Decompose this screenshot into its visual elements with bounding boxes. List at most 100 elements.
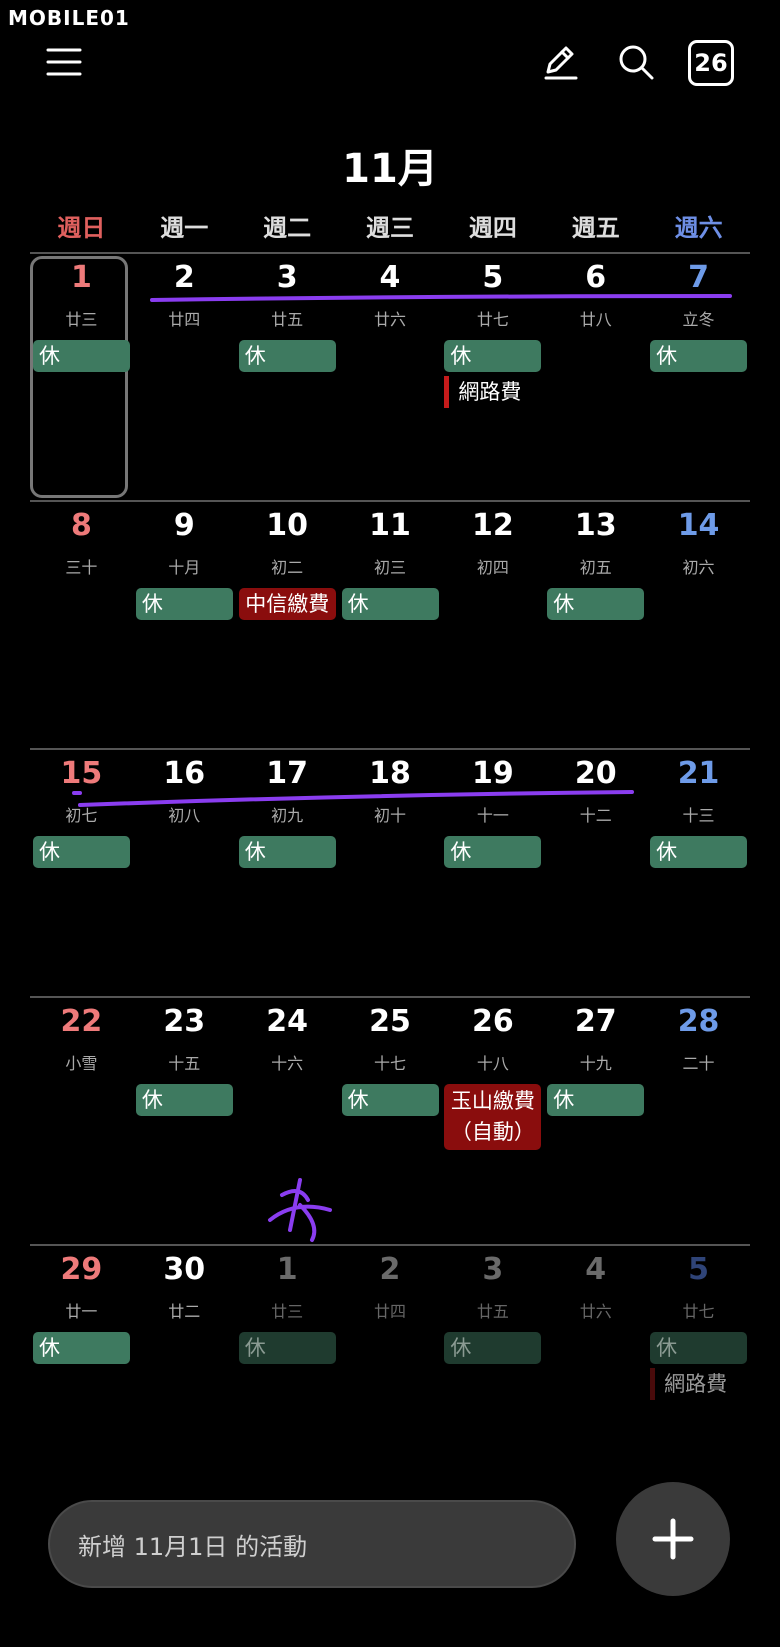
day-cell[interactable]: 3 廿五休	[441, 1246, 544, 1494]
lunar-date: 廿一	[65, 1302, 98, 1321]
weekday-header: 週日 週一 週二 週三 週四 週五 週六	[30, 208, 750, 248]
event-chip[interactable]: 休	[444, 1332, 542, 1364]
day-cell[interactable]: 26 十八 玉山繳費（自動）	[441, 998, 544, 1246]
event-chip[interactable]: 休	[650, 1332, 748, 1364]
weekday-tue: 週二	[263, 214, 312, 242]
day-cell[interactable]: 17 初九休	[236, 750, 339, 998]
day-number: 12	[471, 508, 514, 543]
menu-icon[interactable]	[36, 34, 92, 90]
day-cell[interactable]: 2 廿四	[133, 254, 236, 502]
day-cell[interactable]: 11 初三休	[339, 502, 442, 750]
event-chip[interactable]: 中信繳費	[238, 588, 336, 620]
day-cell[interactable]: 18 初十	[339, 750, 442, 998]
lunar-date: 廿五	[271, 310, 304, 329]
event-chip[interactable]: 休	[33, 836, 130, 868]
day-number: 5	[688, 1252, 709, 1287]
day-cell[interactable]: 19 十一休	[441, 750, 544, 998]
day-cell[interactable]: 30 廿二	[133, 1246, 236, 1494]
event-chip[interactable]: 休	[341, 588, 439, 620]
day-number: 30	[163, 1252, 206, 1287]
event-chip[interactable]: 休	[650, 340, 748, 372]
event-chip[interactable]: 休	[33, 1332, 130, 1364]
day-number: 15	[60, 756, 103, 791]
event-chip[interactable]: 休	[444, 836, 542, 868]
day-number: 18	[369, 756, 411, 791]
task-item[interactable]: 網路費	[650, 1368, 727, 1400]
event-chip[interactable]: 玉山繳費（自動）	[444, 1084, 542, 1150]
day-cell[interactable]: 13 初五休	[544, 502, 647, 750]
lunar-date: 十七	[373, 1054, 406, 1073]
lunar-date: 十八	[476, 1054, 509, 1073]
day-cell[interactable]: 4 廿六	[544, 1246, 647, 1494]
event-chip[interactable]: 休	[238, 836, 336, 868]
day-cell[interactable]: 24 十六	[236, 998, 339, 1246]
day-number: 29	[60, 1252, 103, 1287]
lunar-date: 十九	[579, 1054, 612, 1073]
lunar-date: 廿五	[476, 1302, 509, 1321]
day-number: 1	[70, 260, 92, 295]
day-cell[interactable]: 5 廿七休網路費	[647, 1246, 750, 1494]
day-cell[interactable]: 3 廿五休	[236, 254, 339, 502]
pen-icon[interactable]	[532, 34, 588, 90]
day-cell[interactable]: 23 十五休	[133, 998, 236, 1246]
lunar-date: 初五	[579, 558, 612, 577]
day-cell[interactable]: 22 小雪	[30, 998, 133, 1246]
today-badge: 26	[694, 49, 728, 77]
today-icon[interactable]: 26	[688, 40, 734, 86]
day-cell[interactable]: 14 初六	[647, 502, 750, 750]
day-cell[interactable]: 12 初四	[441, 502, 544, 750]
lunar-date: 十六	[271, 1054, 304, 1073]
lunar-date: 十一	[476, 806, 509, 825]
add-event-input[interactable]: 新增 11月1日 的活動	[48, 1500, 576, 1588]
lunar-date: 二十	[682, 1054, 715, 1073]
lunar-date: 初九	[271, 806, 304, 825]
day-cell[interactable]: 15 初七休	[30, 750, 133, 998]
day-cell[interactable]: 9 十月休	[133, 502, 236, 750]
day-cell[interactable]: 21 十三休	[647, 750, 750, 998]
event-chip[interactable]: 休	[444, 340, 542, 372]
add-button[interactable]	[616, 1482, 730, 1596]
lunar-date: 十月	[168, 558, 201, 577]
lunar-date: 初六	[682, 558, 715, 577]
weekday-mon: 週一	[160, 214, 209, 242]
day-cell[interactable]: 1 廿三休	[30, 254, 133, 502]
day-cell[interactable]: 8 三十	[30, 502, 133, 750]
day-cell[interactable]: 1 廿三休	[236, 1246, 339, 1494]
day-cell[interactable]: 16 初八	[133, 750, 236, 998]
lunar-date: 初四	[476, 558, 509, 577]
weekday-fri: 週五	[571, 214, 620, 242]
day-cell[interactable]: 27 十九休	[544, 998, 647, 1246]
day-cell[interactable]: 5 廿七休網路費	[441, 254, 544, 502]
calendar-week: 8 三十 9 十月休 10 初二 中信繳費 11 初三休 12 初四 13 初五休 14 初六	[30, 500, 750, 750]
lunar-date: 十五	[168, 1054, 201, 1073]
day-cell[interactable]: 20 十二	[544, 750, 647, 998]
day-cell[interactable]: 6 廿八	[544, 254, 647, 502]
task-item[interactable]: 網路費	[444, 376, 521, 408]
lunar-date: 初三	[373, 558, 406, 577]
event-chip[interactable]: 休	[238, 1332, 336, 1364]
lunar-date: 廿八	[579, 310, 612, 329]
event-chip[interactable]: 休	[135, 588, 233, 620]
day-cell[interactable]: 10 初二 中信繳費	[236, 502, 339, 750]
day-cell[interactable]: 28 二十	[647, 998, 750, 1246]
day-cell[interactable]: 7 立冬休	[647, 254, 750, 502]
day-number: 17	[266, 756, 308, 791]
day-cell[interactable]: 29 廿一休	[30, 1246, 133, 1494]
event-chip[interactable]: 休	[238, 340, 336, 372]
event-chip[interactable]: 休	[341, 1084, 439, 1116]
day-cell[interactable]: 2 廿四	[339, 1246, 442, 1494]
day-cell[interactable]: 25 十七休	[339, 998, 442, 1246]
event-chip[interactable]: 休	[547, 588, 645, 620]
lunar-date: 十三	[682, 806, 715, 825]
lunar-date: 三十	[65, 558, 98, 577]
event-chip[interactable]: 休	[135, 1084, 233, 1116]
day-cell[interactable]: 4 廿六	[339, 254, 442, 502]
day-number: 16	[163, 756, 206, 791]
lunar-date: 初八	[168, 806, 201, 825]
day-number: 2	[379, 1252, 401, 1287]
event-chip[interactable]: 休	[650, 836, 748, 868]
event-chip[interactable]: 休	[547, 1084, 645, 1116]
event-chip[interactable]: 休	[33, 340, 130, 372]
day-number: 14	[677, 508, 720, 543]
search-icon[interactable]	[608, 34, 664, 90]
